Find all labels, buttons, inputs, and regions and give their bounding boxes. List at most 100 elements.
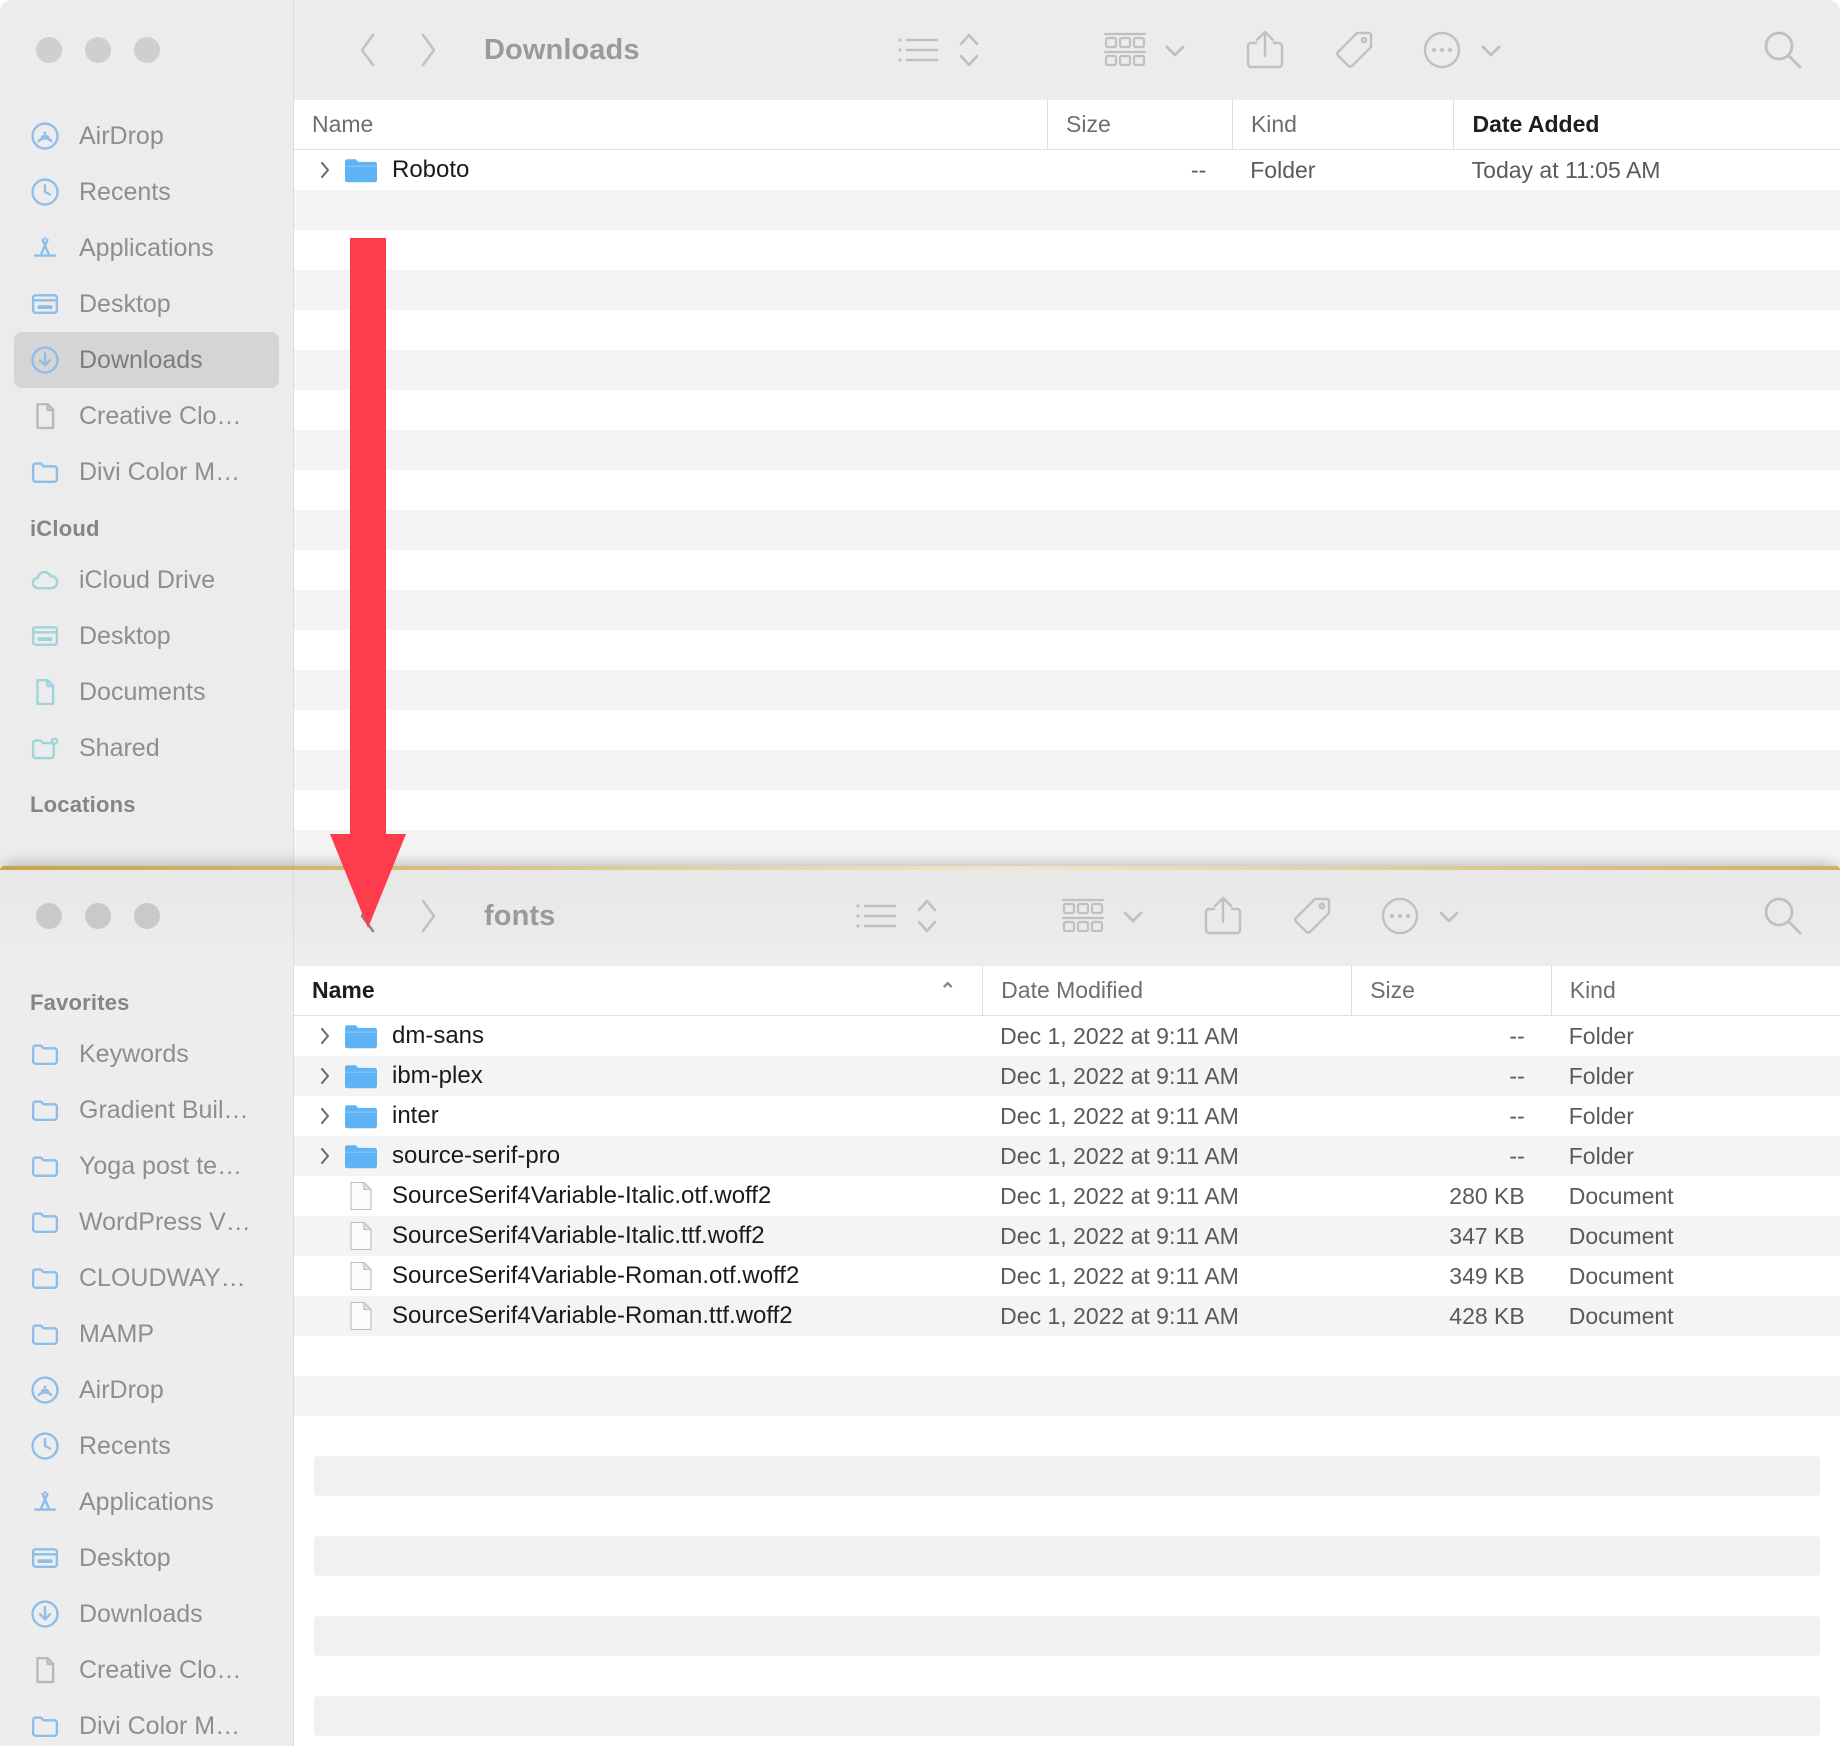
search-icon[interactable] bbox=[1760, 21, 1806, 79]
column-header-kind[interactable]: Kind bbox=[1551, 966, 1840, 1015]
sidebar-item-downloads[interactable]: Downloads bbox=[14, 1586, 279, 1642]
sidebar-item-airdrop[interactable]: AirDrop bbox=[14, 108, 279, 164]
close-button[interactable] bbox=[36, 903, 62, 929]
traffic-lights[interactable] bbox=[36, 903, 160, 929]
sidebar-item-divi-color-m[interactable]: Divi Color M… bbox=[14, 1698, 279, 1746]
search-icon[interactable] bbox=[1760, 887, 1806, 945]
sidebar-downloads[interactable]: AirDrop Recents Applications Desktop Dow… bbox=[0, 100, 294, 866]
sidebar-item-label: Creative Clo… bbox=[79, 402, 242, 431]
share-icon[interactable] bbox=[1202, 887, 1244, 945]
table-row[interactable]: Roboto --FolderToday at 11:05 AM bbox=[294, 150, 1840, 190]
sort-updown-icon[interactable] bbox=[914, 887, 940, 945]
file-size: -- bbox=[1047, 157, 1232, 184]
table-row[interactable]: source-serif-pro Dec 1, 2022 at 9:11 AM-… bbox=[294, 1136, 1840, 1176]
chevron-down-icon[interactable] bbox=[1478, 21, 1504, 79]
tag-icon[interactable] bbox=[1332, 21, 1376, 79]
document-icon bbox=[344, 1301, 378, 1331]
sidebar-item-wordpress-v[interactable]: WordPress V… bbox=[14, 1194, 279, 1250]
maximize-button[interactable] bbox=[134, 37, 160, 63]
sidebar-item-desktop[interactable]: Desktop bbox=[14, 608, 279, 664]
sidebar-item-applications[interactable]: Applications bbox=[14, 1474, 279, 1530]
column-header-size[interactable]: Size bbox=[1047, 100, 1232, 149]
titlebar-sidebar-region bbox=[0, 866, 294, 966]
group-by-icon[interactable] bbox=[1102, 21, 1148, 79]
sidebar-item-airdrop[interactable]: AirDrop bbox=[14, 1362, 279, 1418]
column-header-kind[interactable]: Kind bbox=[1232, 100, 1454, 149]
sidebar-item-label: Recents bbox=[79, 1432, 171, 1461]
table-row[interactable]: dm-sans Dec 1, 2022 at 9:11 AM--Folder bbox=[294, 1016, 1840, 1056]
sidebar-item-desktop[interactable]: Desktop bbox=[14, 276, 279, 332]
disclosure-triangle-icon[interactable] bbox=[312, 1144, 338, 1168]
list-view-button[interactable] bbox=[896, 21, 940, 79]
table-row[interactable]: inter Dec 1, 2022 at 9:11 AM--Folder bbox=[294, 1096, 1840, 1136]
folder-icon bbox=[344, 155, 378, 185]
sort-updown-icon[interactable] bbox=[956, 21, 982, 79]
airdrop-icon bbox=[30, 121, 60, 151]
sidebar-item-recents[interactable]: Recents bbox=[14, 1418, 279, 1474]
sidebar-fonts[interactable]: Favorites Keywords Gradient Buil… Yoga p… bbox=[0, 966, 294, 1746]
column-header-name[interactable]: Name bbox=[294, 100, 1047, 149]
sidebar-item-cloudway[interactable]: CLOUDWAY… bbox=[14, 1250, 279, 1306]
sidebar-item-downloads[interactable]: Downloads bbox=[14, 332, 279, 388]
empty-row bbox=[294, 1656, 1840, 1696]
maximize-button[interactable] bbox=[134, 903, 160, 929]
file-rows-downloads: Roboto --FolderToday at 11:05 AM bbox=[294, 150, 1840, 866]
empty-row bbox=[314, 1456, 1820, 1496]
back-button[interactable] bbox=[342, 24, 394, 76]
chevron-down-icon[interactable] bbox=[1120, 887, 1146, 945]
table-row[interactable]: ibm-plex Dec 1, 2022 at 9:11 AM--Folder bbox=[294, 1056, 1840, 1096]
traffic-lights[interactable] bbox=[36, 37, 160, 63]
sidebar-item-creative-clo[interactable]: Creative Clo… bbox=[14, 388, 279, 444]
table-row[interactable]: SourceSerif4Variable-Roman.otf.woff2 Dec… bbox=[294, 1256, 1840, 1296]
finder-window-fonts[interactable]: fonts bbox=[0, 866, 1840, 1746]
finder-window-downloads[interactable]: Downloads bbox=[0, 0, 1840, 866]
disclosure-triangle-icon[interactable] bbox=[312, 1024, 338, 1048]
share-icon[interactable] bbox=[1244, 21, 1286, 79]
file-date: Dec 1, 2022 at 9:11 AM bbox=[982, 1023, 1351, 1050]
group-by-icon[interactable] bbox=[1060, 887, 1106, 945]
minimize-button[interactable] bbox=[85, 903, 111, 929]
minimize-button[interactable] bbox=[85, 37, 111, 63]
column-header-date-modified[interactable]: Date Modified bbox=[982, 966, 1351, 1015]
empty-row bbox=[314, 1696, 1820, 1736]
sidebar-item-label: AirDrop bbox=[79, 122, 164, 151]
sidebar-item-yoga-post-te[interactable]: Yoga post te… bbox=[14, 1138, 279, 1194]
sidebar-item-label: Downloads bbox=[79, 1600, 203, 1629]
table-row[interactable]: SourceSerif4Variable-Italic.otf.woff2 De… bbox=[294, 1176, 1840, 1216]
column-headers-downloads: Name Size Kind Date Added bbox=[294, 100, 1840, 150]
empty-row bbox=[294, 510, 1840, 550]
column-header-size[interactable]: Size bbox=[1351, 966, 1551, 1015]
sidebar-item-shared[interactable]: Shared bbox=[14, 720, 279, 776]
column-header-name[interactable]: Name ⌃ bbox=[294, 966, 982, 1015]
disclosure-triangle-icon[interactable] bbox=[312, 1104, 338, 1128]
sidebar-item-label: Desktop bbox=[79, 290, 171, 319]
disclosure-triangle-icon[interactable] bbox=[312, 1064, 338, 1088]
column-header-date-added[interactable]: Date Added bbox=[1453, 100, 1840, 149]
file-kind: Folder bbox=[1551, 1143, 1840, 1170]
forward-button[interactable] bbox=[402, 24, 454, 76]
disclosure-triangle-icon[interactable] bbox=[312, 158, 338, 182]
sidebar-item-gradient-buil[interactable]: Gradient Buil… bbox=[14, 1082, 279, 1138]
sidebar-item-icloud-drive[interactable]: iCloud Drive bbox=[14, 552, 279, 608]
close-button[interactable] bbox=[36, 37, 62, 63]
sidebar-item-mamp[interactable]: MAMP bbox=[14, 1306, 279, 1362]
sidebar-item-divi-color-m[interactable]: Divi Color M… bbox=[14, 444, 279, 500]
sidebar-item-keywords[interactable]: Keywords bbox=[14, 1026, 279, 1082]
sidebar-item-creative-clo[interactable]: Creative Clo… bbox=[14, 1642, 279, 1698]
table-row[interactable]: SourceSerif4Variable-Roman.ttf.woff2 Dec… bbox=[294, 1296, 1840, 1336]
sidebar-item-documents[interactable]: Documents bbox=[14, 664, 279, 720]
document-icon bbox=[30, 677, 60, 707]
table-row[interactable]: SourceSerif4Variable-Italic.ttf.woff2 De… bbox=[294, 1216, 1840, 1256]
chevron-down-icon[interactable] bbox=[1162, 21, 1188, 79]
column-header-label: Kind bbox=[1251, 111, 1297, 138]
list-view-button[interactable] bbox=[854, 887, 898, 945]
sidebar-item-recents[interactable]: Recents bbox=[14, 164, 279, 220]
sidebar-item-desktop[interactable]: Desktop bbox=[14, 1530, 279, 1586]
sidebar-item-label: Applications bbox=[79, 234, 214, 263]
sidebar-item-applications[interactable]: Applications bbox=[14, 220, 279, 276]
more-actions-icon[interactable] bbox=[1378, 887, 1422, 945]
navigation-buttons[interactable] bbox=[342, 24, 454, 76]
chevron-down-icon[interactable] bbox=[1436, 887, 1462, 945]
tag-icon[interactable] bbox=[1290, 887, 1334, 945]
more-actions-icon[interactable] bbox=[1420, 21, 1464, 79]
